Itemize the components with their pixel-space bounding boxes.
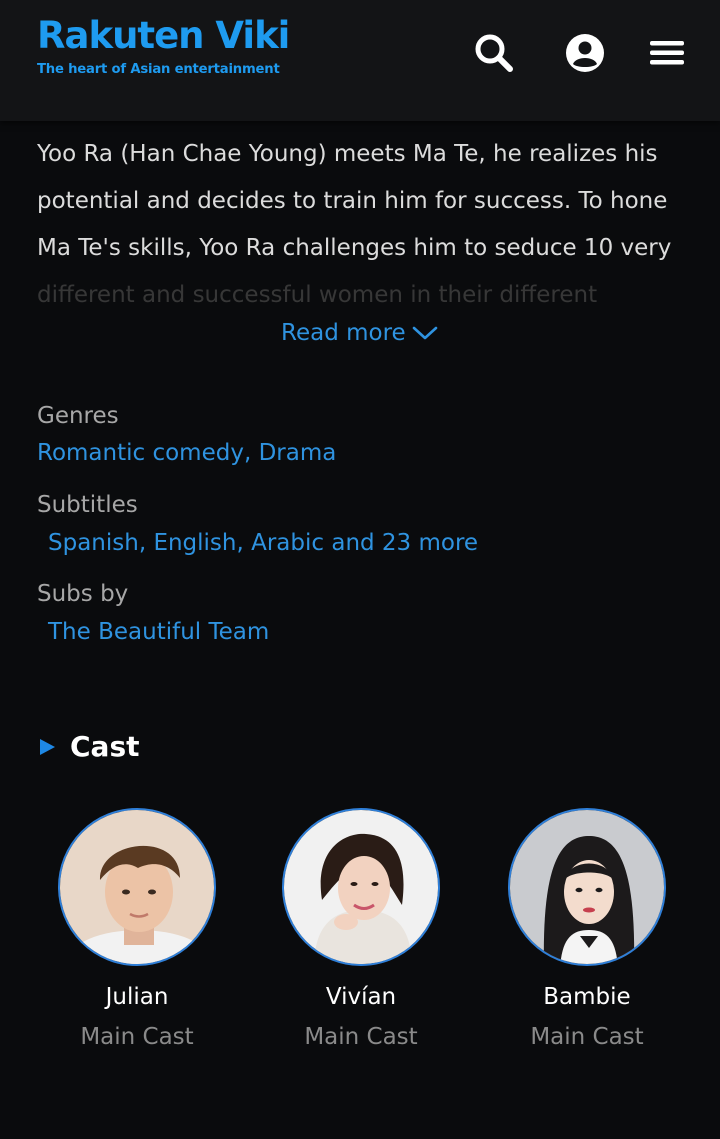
cast-title: Cast xyxy=(70,730,140,763)
subtitles-label: Subtitles xyxy=(37,492,138,518)
cast-card-julian[interactable]: Julian Main Cast xyxy=(37,808,237,1050)
portrait-image xyxy=(284,810,438,964)
avatar xyxy=(282,808,440,966)
synopsis-faded-line: different and successful women in their … xyxy=(37,284,687,306)
logo-text: Rakuten Viki xyxy=(37,14,290,57)
avatar xyxy=(508,808,666,966)
cast-name: Julian xyxy=(105,984,169,1010)
user-icon xyxy=(566,34,604,72)
read-more-link[interactable]: Read more xyxy=(281,316,438,350)
account-button[interactable] xyxy=(562,30,608,76)
menu-icon xyxy=(650,41,684,65)
synopsis-faded-text: different and successful women in their … xyxy=(37,284,598,306)
synopsis-line: potential and decides to train him for s… xyxy=(37,188,668,214)
chevron-down-icon xyxy=(412,326,437,340)
cast-card-vivian[interactable]: Vivían Main Cast xyxy=(261,808,461,1050)
cast-role: Main Cast xyxy=(80,1024,194,1050)
synopsis: Yoo Ra (Han Chae Young) meets Ma Te, he … xyxy=(37,131,687,272)
genres-label: Genres xyxy=(37,403,119,429)
logo[interactable]: Rakuten Viki The heart of Asian entertai… xyxy=(37,14,290,77)
top-header: Rakuten Viki The heart of Asian entertai… xyxy=(0,0,720,121)
avatar xyxy=(58,808,216,966)
portrait-image xyxy=(510,810,664,964)
read-more-label: Read more xyxy=(281,320,406,346)
cast-card-bambie[interactable]: Bambie Main Cast xyxy=(487,808,687,1050)
search-icon xyxy=(475,34,513,72)
subtitles-link[interactable]: Spanish, English, Arabic and 23 more xyxy=(48,530,478,556)
subs-by-link[interactable]: The Beautiful Team xyxy=(48,619,269,645)
genres-link[interactable]: Romantic comedy, Drama xyxy=(37,440,336,466)
portrait-image xyxy=(60,810,214,964)
cast-role: Main Cast xyxy=(304,1024,418,1050)
page: Rakuten Viki The heart of Asian entertai… xyxy=(0,0,720,1139)
menu-button[interactable] xyxy=(644,30,690,76)
synopsis-line: Yoo Ra (Han Chae Young) meets Ma Te, he … xyxy=(37,141,658,167)
cast-name: Bambie xyxy=(543,984,631,1010)
synopsis-line: Ma Te's skills, Yoo Ra challenges him to… xyxy=(37,235,672,261)
triangle-right-icon xyxy=(40,738,55,755)
cast-name: Vivían xyxy=(325,984,397,1010)
cast-role: Main Cast xyxy=(530,1024,644,1050)
logo-tagline: The heart of Asian entertainment xyxy=(37,62,280,77)
cast-heading: Cast xyxy=(40,730,140,763)
search-button[interactable] xyxy=(471,30,517,76)
subs-by-label: Subs by xyxy=(37,581,129,607)
